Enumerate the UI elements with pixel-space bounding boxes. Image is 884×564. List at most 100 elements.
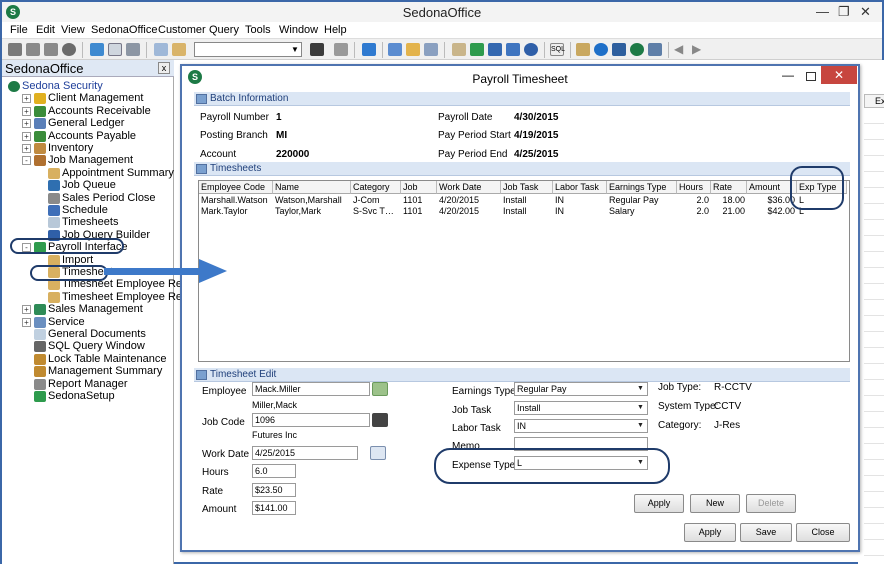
maximize-icon[interactable]	[806, 72, 816, 81]
table-cell[interactable]: 2.0	[677, 195, 711, 206]
help-icon[interactable]	[594, 43, 608, 56]
column-header[interactable]: Job	[401, 181, 437, 194]
minimize-icon[interactable]: —	[782, 68, 794, 82]
menu-help[interactable]: Help	[324, 24, 347, 36]
menu-sedonaoffice[interactable]: SedonaOffice	[91, 24, 157, 36]
back-arrow-icon[interactable]: ◀	[674, 42, 683, 56]
table-cell[interactable]: Watson,Marshall	[273, 195, 351, 206]
expand-icon[interactable]: +	[22, 106, 31, 116]
paste-icon[interactable]	[172, 43, 186, 56]
minimize-icon[interactable]: —	[816, 4, 829, 19]
table-cell[interactable]: Marshall.Watson	[199, 195, 273, 206]
menu-window[interactable]: Window	[279, 24, 318, 36]
table-cell[interactable]: S-Svc T…	[351, 206, 401, 217]
toolbar-combo[interactable]: ▼	[194, 42, 302, 57]
expand-icon[interactable]: +	[22, 119, 31, 129]
forward-arrow-icon[interactable]: ▶	[692, 42, 701, 56]
nav-item[interactable]: Sedona Security	[22, 80, 103, 93]
close-button[interactable]: Close	[796, 523, 850, 542]
nav-item[interactable]: General Ledger	[48, 117, 124, 130]
globe-icon[interactable]	[524, 43, 538, 56]
new-button[interactable]: New	[690, 494, 740, 513]
column-header[interactable]: Earnings Type	[607, 181, 677, 194]
close-icon[interactable]: x	[158, 62, 170, 74]
table-cell[interactable]: IN	[553, 206, 607, 217]
employee-input[interactable]: Mack.Miller	[252, 382, 370, 396]
amount-input[interactable]: $141.00	[252, 501, 296, 515]
stop-icon[interactable]	[8, 43, 22, 56]
nav-item[interactable]: Sales Period Close	[62, 192, 156, 205]
column-header[interactable]: Work Date	[437, 181, 501, 194]
expand-icon[interactable]: +	[22, 305, 31, 315]
table-cell[interactable]: Taylor,Mark	[273, 206, 351, 217]
nav-item[interactable]: Report Manager	[48, 378, 128, 391]
restore-icon[interactable]: ❐	[838, 4, 850, 20]
menu-file[interactable]: File	[10, 24, 28, 36]
expand-icon[interactable]: +	[22, 317, 31, 327]
table-cell[interactable]: 4/20/2015	[437, 195, 501, 206]
apply-button[interactable]: Apply	[684, 523, 736, 542]
cancel-icon[interactable]	[62, 43, 76, 56]
table-cell[interactable]: 21.00	[711, 206, 747, 217]
earnings-type-select[interactable]: Regular Pay ▼	[514, 382, 648, 396]
table-cell[interactable]: 4/20/2015	[437, 206, 501, 217]
column-header[interactable]: Hours	[677, 181, 711, 194]
table-cell[interactable]: IN	[553, 195, 607, 206]
close-icon[interactable]: ✕	[821, 66, 857, 84]
nav-item[interactable]: Job Queue	[62, 179, 116, 192]
menu-view[interactable]: View	[61, 24, 85, 36]
money-icon[interactable]	[470, 43, 484, 56]
nav-item[interactable]: Lock Table Maintenance	[48, 353, 166, 366]
job-code-input[interactable]: 1096	[252, 413, 370, 427]
nav-item[interactable]: Timesheets	[62, 216, 118, 229]
nav-item[interactable]: Schedule	[62, 204, 108, 217]
labor-task-select[interactable]: IN ▼	[514, 419, 648, 433]
table-cell[interactable]: Install	[501, 206, 553, 217]
table-cell[interactable]: J-Com	[351, 195, 401, 206]
delete-button[interactable]: Delete	[746, 494, 796, 513]
check-icon[interactable]	[488, 43, 502, 56]
folder-icon[interactable]	[406, 43, 420, 56]
table-cell[interactable]: Salary	[607, 206, 677, 217]
nav-item[interactable]: SQL Query Window	[48, 340, 145, 353]
table-icon[interactable]	[334, 43, 348, 56]
table-cell[interactable]: 1101	[401, 195, 437, 206]
refresh-icon[interactable]	[362, 43, 376, 56]
table-cell[interactable]: Regular Pay	[607, 195, 677, 206]
table-cell[interactable]: Install	[501, 195, 553, 206]
save-icon[interactable]	[26, 43, 40, 56]
expand-icon[interactable]: +	[22, 144, 31, 153]
expand-icon[interactable]: +	[22, 94, 31, 104]
panel-icon[interactable]	[424, 43, 438, 56]
nav-item[interactable]: Inventory	[48, 142, 93, 155]
table-cell[interactable]: 2.0	[677, 206, 711, 217]
menu-edit[interactable]: Edit	[36, 24, 55, 36]
print-icon[interactable]	[126, 43, 140, 56]
copy-icon[interactable]	[154, 43, 168, 56]
menu-query[interactable]: Query	[209, 24, 239, 36]
nav-item[interactable]: Management Summary	[48, 365, 162, 378]
grid-icon[interactable]	[44, 43, 58, 56]
edit-apply-button[interactable]: Apply	[634, 494, 684, 513]
table-cell[interactable]: 18.00	[711, 195, 747, 206]
page-icon[interactable]	[108, 43, 122, 56]
collapse-icon[interactable]: -	[22, 156, 31, 166]
timesheets-grid[interactable]: Employee Code Marshall.Watson Mark.Taylor N…	[198, 180, 850, 362]
calendar-icon[interactable]	[370, 446, 386, 460]
envelope-icon[interactable]	[576, 43, 590, 56]
column-header[interactable]: Job Task	[501, 181, 553, 194]
close-icon[interactable]: ✕	[860, 4, 871, 20]
nav-item[interactable]: General Documents	[48, 328, 146, 341]
column-header[interactable]: Name	[273, 181, 351, 194]
hours-input[interactable]: 6.0	[252, 464, 296, 478]
rate-input[interactable]: $23.50	[252, 483, 296, 497]
menu-customer[interactable]: Customer	[158, 24, 206, 36]
sedona-icon[interactable]	[630, 43, 644, 56]
work-date-input[interactable]: 4/25/2015	[252, 446, 358, 460]
table-cell[interactable]: Mark.Taylor	[199, 206, 273, 217]
nav-item[interactable]: Appointment Summary	[62, 167, 174, 180]
nav-item[interactable]: Client Management	[48, 92, 143, 105]
column-header[interactable]: Rate	[711, 181, 747, 194]
document-icon[interactable]	[90, 43, 104, 56]
binoculars-icon[interactable]	[372, 413, 388, 427]
